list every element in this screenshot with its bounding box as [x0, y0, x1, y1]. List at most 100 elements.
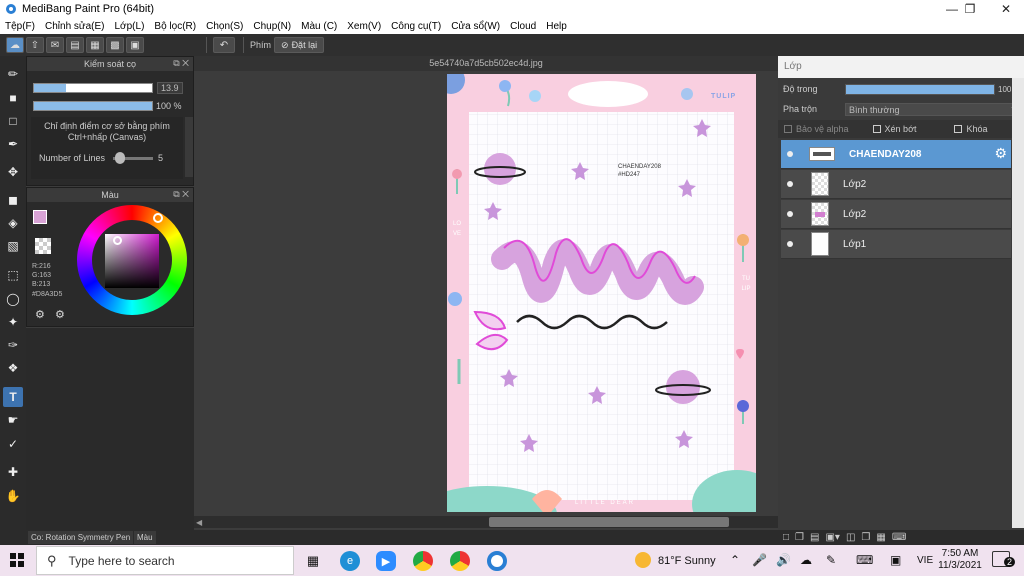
tool-tab[interactable]: Co: Rotation Symmetry Pen	[28, 531, 134, 544]
canvas-scroll-thumb[interactable]	[489, 517, 729, 527]
move-tool-icon[interactable]: ✥	[3, 162, 23, 182]
menu-filter[interactable]: Bộ lọc(R)	[149, 21, 201, 32]
protect-alpha-checkbox[interactable]: Bảo vệ alpha	[784, 124, 849, 134]
volume-icon[interactable]: 🔊	[776, 553, 791, 567]
visibility-eye-icon[interactable]	[787, 211, 793, 217]
maximize-icon[interactable]: ❐	[953, 0, 987, 18]
taskbar-search-box[interactable]: ⚲ Type here to search	[36, 546, 294, 575]
color-tab[interactable]: Màu	[134, 531, 156, 544]
menu-capture[interactable]: Chụp(N)	[248, 21, 296, 32]
menu-select[interactable]: Chọn(S)	[201, 21, 248, 32]
menu-window[interactable]: Cửa sổ(W)	[446, 21, 505, 32]
gradient-tool-icon[interactable]: ▧	[3, 236, 23, 256]
onedrive-cloud-icon[interactable]: ☁	[800, 553, 812, 567]
blend-mode-select[interactable]: Bình thường ▼	[845, 102, 1021, 116]
clipping-checkbox[interactable]: Xén bớt	[872, 124, 916, 134]
magic-wand-tool-icon[interactable]: ✦	[3, 312, 23, 332]
medibang-taskbar-icon[interactable]	[487, 551, 507, 571]
layer-settings-gear-icon[interactable]: ⚙	[994, 145, 1007, 162]
visibility-eye-icon[interactable]	[787, 151, 793, 157]
add-layer-dropdown-icon[interactable]: ▣▾	[825, 532, 839, 543]
panel-float-close-icon[interactable]: ⧉ ✕	[173, 189, 189, 200]
copy-layer-icon[interactable]: ❐	[795, 532, 804, 543]
trash-icon[interactable]: ⌨	[892, 532, 906, 543]
grid-icon[interactable]: ▩	[106, 37, 124, 53]
paste-layer-icon[interactable]: ▤	[810, 532, 819, 543]
select-eraser-tool-icon[interactable]: ❖	[3, 358, 23, 378]
edge-browser-icon[interactable]: e	[340, 551, 360, 571]
layer-item[interactable]: Lớp1	[781, 230, 1011, 259]
brush-opacity-slider[interactable]	[33, 101, 153, 111]
select-pen-tool-icon[interactable]: ✑	[3, 335, 23, 355]
transparent-color-swatch[interactable]	[35, 238, 51, 254]
menu-edit[interactable]: Chỉnh sửa(E)	[40, 21, 110, 32]
visibility-eye-icon[interactable]	[787, 181, 793, 187]
chrome-profile-icon[interactable]	[450, 551, 470, 571]
scroll-left-arrow-icon[interactable]: ◀	[196, 518, 202, 527]
hand-tool-icon[interactable]: ✋	[3, 486, 23, 506]
text-tool-icon[interactable]: T	[3, 387, 23, 407]
dropper-tool-icon[interactable]: ✓	[3, 434, 23, 454]
keyboard-icon[interactable]: ⌨	[856, 553, 873, 567]
rectangle-tool-icon[interactable]: □	[3, 111, 23, 131]
lock-checkbox[interactable]: Khóa	[954, 124, 988, 134]
layer-item[interactable]: Lớp2	[781, 170, 1011, 199]
eyedropper-tool-icon[interactable]: ✚	[3, 462, 23, 482]
reset-button[interactable]: ⊘ Đặt lại	[274, 37, 325, 53]
color-history-icon[interactable]: ⚙	[55, 308, 65, 321]
cloud-icon[interactable]: ☁	[6, 37, 24, 53]
weather-text[interactable]: 81°F Sunny	[658, 555, 716, 567]
menu-file[interactable]: Tệp(F)	[0, 21, 40, 32]
duplicate-icon[interactable]: ❐	[861, 532, 870, 543]
fill-rect-tool-icon[interactable]: ◼	[3, 190, 23, 210]
input-language[interactable]: VIE	[917, 555, 933, 566]
sv-picker-handle[interactable]	[113, 236, 122, 245]
menu-help[interactable]: Help	[541, 21, 572, 32]
menu-view[interactable]: Xem(V)	[342, 21, 386, 32]
task-view-icon[interactable]: ▦	[303, 551, 323, 571]
visibility-eye-icon[interactable]	[787, 241, 793, 247]
pen-select-tool-icon[interactable]: ✒	[3, 134, 23, 154]
lasso-tool-icon[interactable]: ◯	[3, 289, 23, 309]
folder-icon[interactable]: ◫	[846, 532, 855, 543]
palette-icon[interactable]: ⚙	[35, 308, 45, 321]
windows-start-icon[interactable]	[10, 553, 24, 567]
bucket-tool-icon[interactable]: ◈	[3, 213, 23, 233]
taskbar-clock[interactable]: 7:50 AM 11/3/2021	[938, 548, 982, 572]
chat-icon[interactable]: ▤	[66, 37, 84, 53]
layer-panel-scrollbar[interactable]	[1012, 78, 1024, 528]
layer-item[interactable]: CHAENDAY208 ⚙	[781, 140, 1011, 169]
chrome-icon[interactable]	[413, 551, 433, 571]
comment-icon[interactable]: ✉	[46, 37, 64, 53]
hue-picker-handle[interactable]	[153, 213, 163, 223]
foreground-color-swatch[interactable]	[33, 210, 47, 224]
select-rect-tool-icon[interactable]: ⬚	[3, 265, 23, 285]
menu-layer[interactable]: Lớp(L)	[110, 21, 150, 32]
eraser-tool-icon[interactable]: ■	[3, 88, 23, 108]
canvas-horizontal-scrollbar[interactable]: ◀	[194, 516, 778, 528]
layer-opacity-slider[interactable]	[845, 83, 995, 95]
tray-chevron-up-icon[interactable]: ⌃	[730, 553, 740, 567]
new-layer-icon[interactable]: □	[783, 532, 789, 543]
panel-float-close-icon[interactable]: ⧉ ✕	[173, 58, 189, 69]
close-icon[interactable]: ✕	[989, 0, 1023, 18]
document-icon[interactable]: ▦	[86, 37, 104, 53]
artwork-canvas[interactable]: TULIP CHAENDAY208 #HD247 LOVE TULIP LITT…	[447, 74, 756, 512]
brush-tool-icon[interactable]: ✏	[3, 64, 23, 84]
menu-tools[interactable]: Công cụ(T)	[386, 21, 446, 32]
menu-color[interactable]: Màu (C)	[296, 21, 342, 32]
display-icon[interactable]: ▣	[890, 553, 901, 567]
pen-workspace-icon[interactable]: ✎	[826, 553, 836, 567]
share-icon[interactable]: ⇧	[26, 37, 44, 53]
zoom-app-icon[interactable]: ▶	[376, 551, 396, 571]
menu-cloud[interactable]: Cloud	[505, 21, 541, 32]
lines-slider-handle[interactable]	[115, 152, 125, 164]
layer-item[interactable]: Lớp2	[781, 200, 1011, 229]
microphone-icon[interactable]: 🎤	[752, 553, 767, 567]
undo-icon[interactable]: ↶	[213, 37, 235, 53]
tiles-icon[interactable]: ▣	[126, 37, 144, 53]
brush-size-slider[interactable]	[33, 83, 153, 93]
merge-down-icon[interactable]: ▦	[876, 532, 885, 543]
operation-tool-icon[interactable]: ☛	[3, 410, 23, 430]
brush-settings-scrollbar[interactable]	[185, 117, 193, 177]
